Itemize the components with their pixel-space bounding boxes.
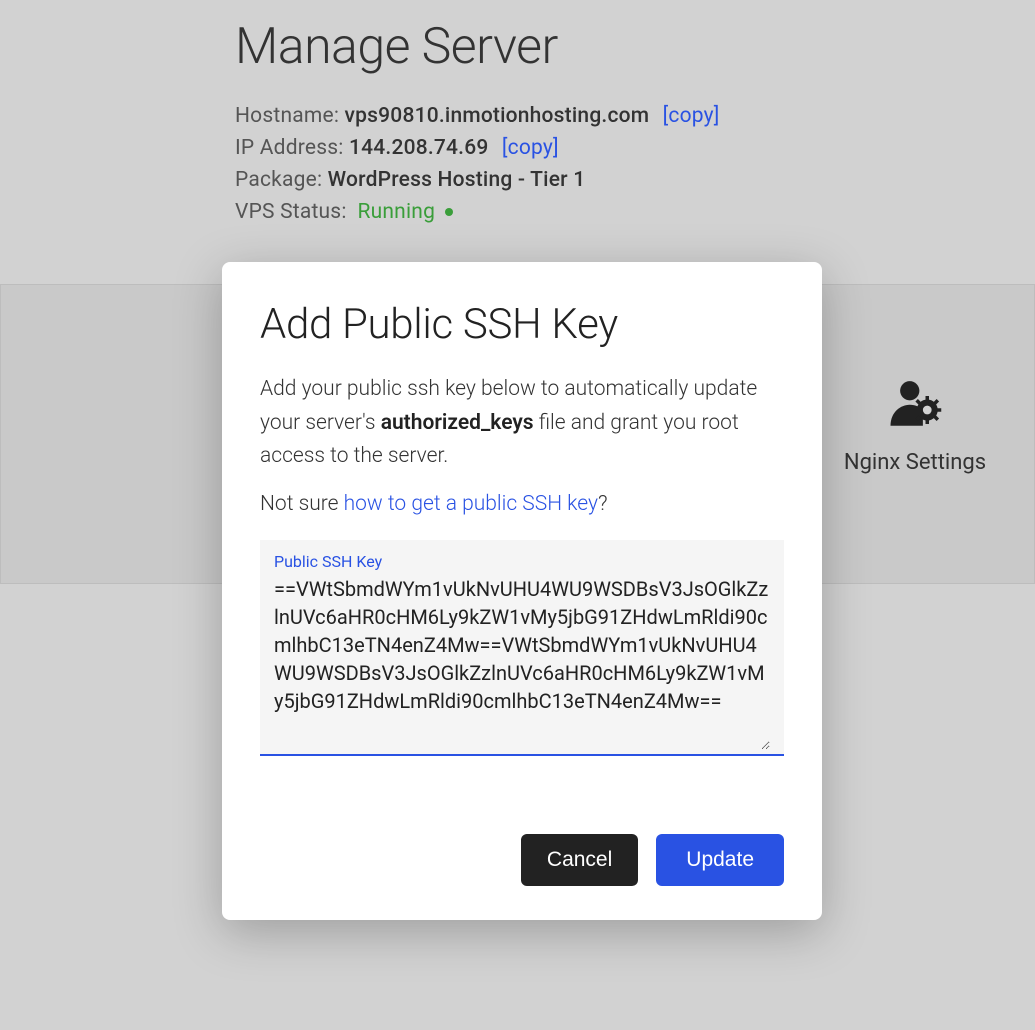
hostname-copy-link[interactable]: [copy] (663, 104, 720, 128)
page-title: Manage Server (235, 18, 1015, 76)
status-dot-icon (445, 208, 453, 216)
modal-sub-part2: ? (598, 492, 608, 516)
modal-help-line: Not sure how to get a public SSH key? (260, 492, 784, 516)
modal-title: Add Public SSH Key (260, 300, 784, 349)
modal-description: Add your public ssh key below to automat… (260, 373, 784, 474)
nginx-settings-label: Nginx Settings (815, 450, 1015, 475)
package-row: Package: WordPress Hosting - Tier 1 (235, 168, 1015, 192)
ip-value: 144.208.74.69 (349, 136, 488, 160)
package-label: Package: (235, 168, 322, 192)
cancel-button[interactable]: Cancel (521, 834, 638, 886)
update-button[interactable]: Update (656, 834, 784, 886)
modal-desc-strong: authorized_keys (381, 411, 534, 435)
ssh-key-field-label: Public SSH Key (274, 552, 770, 571)
hostname-label: Hostname: (235, 104, 339, 128)
modal-footer: Cancel Update (260, 834, 784, 886)
hostname-row: Hostname: vps90810.inmotionhosting.com [… (235, 104, 1015, 128)
nginx-settings-card[interactable]: Nginx Settings (815, 378, 1015, 475)
status-label: VPS Status: (235, 200, 347, 224)
modal-sub-part1: Not sure (260, 492, 344, 516)
hostname-value: vps90810.inmotionhosting.com (345, 104, 650, 128)
ip-row: IP Address: 144.208.74.69 [copy] (235, 136, 1015, 160)
add-ssh-key-modal: Add Public SSH Key Add your public ssh k… (222, 262, 822, 920)
user-gear-icon (815, 378, 1015, 432)
ip-label: IP Address: (235, 136, 344, 160)
package-value: WordPress Hosting - Tier 1 (328, 168, 586, 192)
ip-copy-link[interactable]: [copy] (502, 136, 559, 160)
ssh-key-textarea[interactable] (274, 575, 770, 750)
how-to-get-ssh-key-link[interactable]: how to get a public SSH key (344, 492, 598, 516)
ssh-key-field-wrap: Public SSH Key (260, 540, 784, 756)
status-value: Running (357, 200, 435, 224)
status-row: VPS Status: Running (235, 200, 1015, 224)
